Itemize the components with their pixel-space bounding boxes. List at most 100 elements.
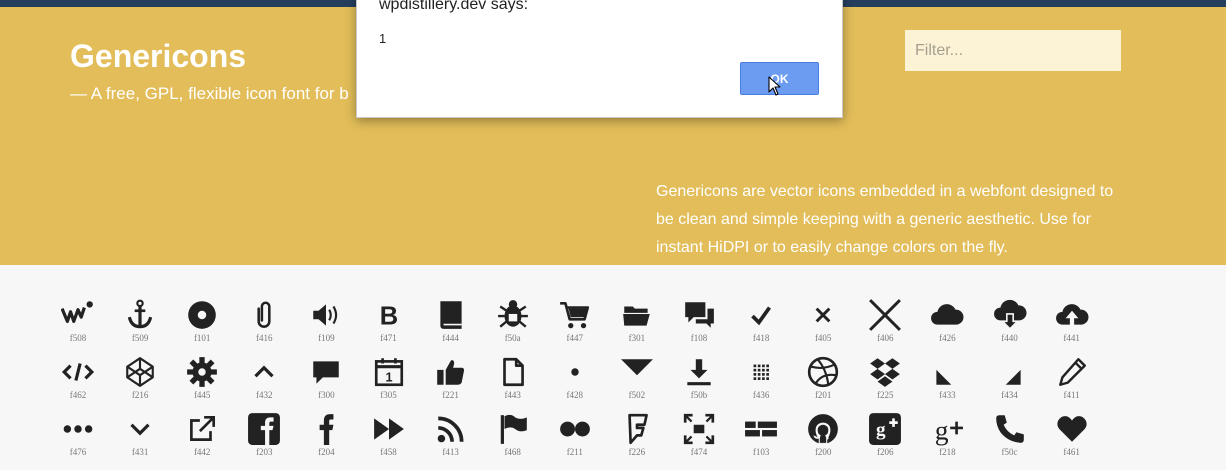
icon-tile-feed[interactable]: f413 xyxy=(420,406,482,462)
facebook-icon xyxy=(233,411,295,447)
icon-row: f462 f216 f445 f432 f300 1 f305 f221 f443 f428 f50… xyxy=(47,349,1147,407)
mouse-cursor-icon xyxy=(768,76,781,96)
icon-tile-cart[interactable]: f447 xyxy=(544,292,606,348)
icon-tile-foursquare[interactable]: f226 xyxy=(606,406,668,462)
icon-code: f301 xyxy=(628,333,646,343)
icon-tile-cog[interactable]: f445 xyxy=(171,349,233,405)
bug-icon xyxy=(482,297,544,333)
icon-tile-googleplus[interactable]: g f206 xyxy=(854,406,916,462)
icon-tile-edit[interactable]: f411 xyxy=(1041,349,1103,405)
icon-code: f434 xyxy=(1001,390,1018,400)
close-icon xyxy=(792,297,854,333)
edit-icon xyxy=(1041,354,1103,390)
icon-code: f426 xyxy=(939,333,956,343)
icon-code: f432 xyxy=(256,390,273,400)
icon-tile-book[interactable]: f444 xyxy=(420,292,482,348)
icon-tile-external[interactable]: f442 xyxy=(171,406,233,462)
digg-icon xyxy=(420,354,482,390)
anchor-icon xyxy=(109,297,171,333)
icon-tile-audio[interactable]: f109 xyxy=(295,292,357,348)
icon-tile-digg[interactable]: f221 xyxy=(420,349,482,405)
icon-code: f441 xyxy=(1063,333,1080,343)
icon-code: f406 xyxy=(877,333,894,343)
flickr-icon xyxy=(544,411,606,447)
icon-code: f474 xyxy=(690,447,708,457)
heart-icon xyxy=(1041,411,1103,447)
icon-tile-checkmark[interactable]: f418 xyxy=(730,292,792,348)
icon-tile-wordpress[interactable]: f508 xyxy=(47,292,109,348)
svg-text:B: B xyxy=(379,303,397,331)
icon-tile-ellipsis[interactable]: f476 xyxy=(47,406,109,462)
icon-tile-attachment[interactable]: f416 xyxy=(233,292,295,348)
icon-tile-codepen[interactable]: f216 xyxy=(109,349,171,405)
icon-tile-facebook[interactable]: f203 xyxy=(233,406,295,462)
wordpress-icon xyxy=(47,297,109,333)
icon-code: f508 xyxy=(69,333,87,343)
icon-tile-bug[interactable]: f50a xyxy=(482,292,544,348)
dialog-message: 1 xyxy=(379,31,387,46)
dropbox-icon xyxy=(854,354,916,390)
svg-text:1: 1 xyxy=(385,370,392,385)
icon-tile-flickr[interactable]: f211 xyxy=(544,406,606,462)
icon-tile-handset[interactable]: f50c xyxy=(979,406,1041,462)
site-tagline: — A free, GPL, flexible icon font for b xyxy=(70,84,349,103)
icon-tile-cloud[interactable]: f426 xyxy=(916,292,978,348)
icon-tile-dropbox[interactable]: f225 xyxy=(854,349,916,405)
icon-tile-close[interactable]: f405 xyxy=(792,292,854,348)
icon-code: f509 xyxy=(131,333,149,343)
checkmark-icon xyxy=(730,297,792,333)
icon-tile-googleplus-alt[interactable]: g f218 xyxy=(916,406,978,462)
icon-tile-dropdown-left[interactable]: f434 xyxy=(979,349,1041,405)
icon-tile-dropdown[interactable]: f433 xyxy=(916,349,978,405)
icon-tile-record[interactable]: f101 xyxy=(171,292,233,348)
icon-code: f211 xyxy=(566,447,583,457)
icon-tile-expand[interactable]: f431 xyxy=(109,406,171,462)
icon-code: f218 xyxy=(939,447,956,457)
icon-code: f447 xyxy=(566,333,584,343)
icon-code: f502 xyxy=(628,390,646,400)
icon-tile-close-alt[interactable]: f406 xyxy=(854,292,916,348)
icon-code: f440 xyxy=(1001,333,1018,343)
github-icon xyxy=(792,411,854,447)
icon-tile-fullscreen[interactable]: f474 xyxy=(668,406,730,462)
document-icon xyxy=(482,354,544,390)
facebook-alt-icon xyxy=(295,411,357,447)
record-icon xyxy=(171,297,233,333)
close-alt-icon xyxy=(854,297,916,333)
comment-icon xyxy=(295,354,357,390)
filter-input[interactable] xyxy=(905,30,1121,71)
icon-tile-download[interactable]: f50b xyxy=(668,349,730,405)
icon-tile-gallery[interactable]: f103 xyxy=(730,406,792,462)
icon-tile-fastforward[interactable]: f458 xyxy=(358,406,420,462)
cog-icon xyxy=(171,354,233,390)
icon-tile-anchor[interactable]: f509 xyxy=(109,292,171,348)
code-icon xyxy=(47,354,109,390)
icon-tile-flag[interactable]: f468 xyxy=(482,406,544,462)
bold-icon: B xyxy=(358,297,420,333)
icon-tile-cloud-upload[interactable]: f441 xyxy=(1041,292,1103,348)
icon-tile-github[interactable]: f200 xyxy=(792,406,854,462)
chat-icon xyxy=(668,297,730,333)
cloud-icon xyxy=(916,297,978,333)
icon-tile-collapse[interactable]: f432 xyxy=(233,349,295,405)
book-icon xyxy=(420,297,482,333)
icon-code: f445 xyxy=(193,390,211,400)
icon-tile-comment[interactable]: f300 xyxy=(295,349,357,405)
icon-tile-code[interactable]: f462 xyxy=(47,349,109,405)
icon-tile-draggable[interactable]: f436 xyxy=(730,349,792,405)
icon-tile-downarrow[interactable]: f502 xyxy=(606,349,668,405)
icon-code: f405 xyxy=(814,333,832,343)
icon-tile-dot[interactable]: f428 xyxy=(544,349,606,405)
icon-tile-heart[interactable]: f461 xyxy=(1041,406,1103,462)
icon-tile-document[interactable]: f443 xyxy=(482,349,544,405)
icon-tile-dribbble[interactable]: f201 xyxy=(792,349,854,405)
icon-tile-bold[interactable]: Bf471 xyxy=(358,292,420,348)
icon-code: f461 xyxy=(1063,447,1080,457)
site-title[interactable]: Genericons xyxy=(70,38,246,75)
icon-tile-facebook-alt[interactable]: f204 xyxy=(295,406,357,462)
icon-code: f444 xyxy=(442,333,459,343)
icon-tile-category[interactable]: f301 xyxy=(606,292,668,348)
icon-tile-cloud-download[interactable]: f440 xyxy=(979,292,1041,348)
icon-tile-chat[interactable]: f108 xyxy=(668,292,730,348)
icon-tile-day[interactable]: 1 f305 xyxy=(358,349,420,405)
